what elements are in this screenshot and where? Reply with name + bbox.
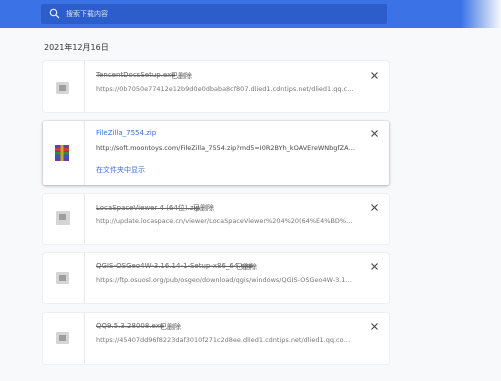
- download-item-4: QGIS-OSGeo4W-3.16.14-1-Setup-x86_64.exe …: [43, 253, 389, 303]
- search-icon: [49, 8, 60, 19]
- file-icon: [56, 332, 69, 344]
- download-file-name-link[interactable]: FileZilla_7554.zip: [96, 129, 156, 137]
- search-box[interactable]: [41, 4, 387, 24]
- file-icon: [56, 211, 70, 225]
- download-url: http://soft.moontoys.com/FileZilla_7554.…: [96, 144, 356, 152]
- file-icon: [56, 82, 69, 94]
- close-icon[interactable]: [370, 71, 379, 80]
- download-url: http://update.locaspace.cn/viewer/LocaSp…: [96, 217, 356, 225]
- close-icon[interactable]: [370, 322, 379, 331]
- download-item-2: FileZilla_7554.zip http://soft.moontoys.…: [43, 121, 389, 185]
- date-header: 2021年12月16日: [44, 43, 109, 52]
- close-icon[interactable]: [370, 203, 379, 212]
- download-status: 已删除: [171, 72, 192, 80]
- close-icon[interactable]: [370, 129, 379, 138]
- download-url: https://45407dd96f8223daf3010f271c2d8ee.…: [96, 336, 356, 344]
- search-input[interactable]: [66, 6, 366, 22]
- winrar-archive-icon: [55, 145, 69, 161]
- file-icon: [56, 272, 69, 284]
- show-in-folder-link[interactable]: 在文件夹中显示: [96, 165, 145, 175]
- top-toolbar: [0, 0, 501, 28]
- download-file-name: QQ9.5.3.28008.exe: [96, 322, 164, 330]
- download-status: 已删除: [236, 263, 257, 271]
- right-edge-fade: [461, 0, 501, 381]
- download-item-3: LocaSpaceViewer 4 (64位).zip 已删除 http://u…: [43, 194, 389, 244]
- download-item-5: QQ9.5.3.28008.exe 已删除 https://45407dd96f…: [43, 313, 389, 364]
- download-url: https://ftp.osuosl.org/pub/osgeo/downloa…: [96, 276, 356, 284]
- close-icon[interactable]: [370, 262, 379, 271]
- download-item-1: TencentDocsSetup.exe 已删除 https://0b7050e…: [43, 61, 389, 112]
- download-file-name: QGIS-OSGeo4W-3.16.14-1-Setup-x86_64.exe: [96, 262, 253, 270]
- download-url: https://0b7050e77412e12b9d0e0dbaba8cf807…: [96, 85, 356, 93]
- download-file-name: LocaSpaceViewer 4 (64位).zip: [96, 204, 200, 212]
- download-status: 已删除: [160, 323, 181, 331]
- download-file-name: TencentDocsSetup.exe: [96, 71, 176, 79]
- download-status: 已删除: [193, 204, 214, 212]
